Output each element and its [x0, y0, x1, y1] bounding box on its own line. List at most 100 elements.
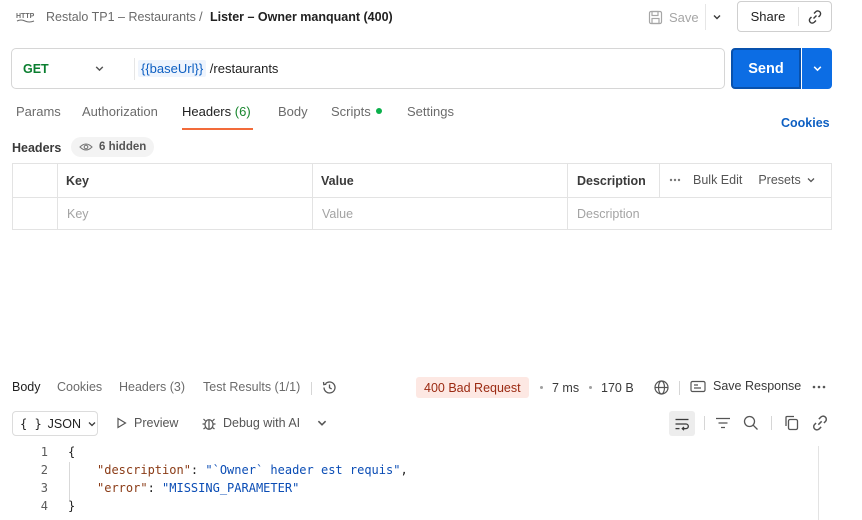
json-key: "error" [97, 481, 148, 495]
share-button[interactable]: Share [738, 9, 798, 24]
save-response-button[interactable]: Save Response [690, 379, 801, 393]
code-text: "error": "MISSING_PARAMETER" [97, 481, 299, 495]
link-icon [808, 9, 822, 24]
meta-separator [540, 386, 543, 389]
eye-icon [79, 143, 93, 151]
response-tab-cookies[interactable]: Cookies [57, 380, 102, 394]
wrap-lines-button[interactable] [669, 411, 695, 436]
method-select[interactable]: GET [23, 62, 49, 76]
tab-settings[interactable]: Settings [407, 104, 454, 119]
code-text: "description": "`Owner` header est requi… [97, 463, 408, 477]
copy-link-button[interactable] [799, 9, 831, 25]
json-string-value: "MISSING_PARAMETER" [162, 481, 300, 495]
wrap-text-icon [675, 418, 689, 431]
active-tab-indicator [182, 128, 253, 130]
editor-scrollbar-track[interactable] [818, 446, 819, 520]
tab-authorization[interactable]: Authorization [82, 104, 158, 119]
line-number: 4 [40, 499, 48, 513]
bug-icon [202, 418, 216, 430]
tab-headers[interactable]: Headers (6) [182, 104, 251, 119]
hidden-headers-toggle[interactable]: 6 hidden [71, 137, 155, 157]
http-request-icon: HTTP [16, 13, 35, 23]
tab-params[interactable]: Params [16, 104, 61, 119]
response-tab-headers[interactable]: Headers (3) [119, 380, 185, 394]
bulk-edit-button[interactable]: Bulk Edit [693, 173, 742, 187]
toolbar-divider [771, 416, 772, 430]
save-options-button[interactable] [705, 4, 727, 30]
request-title[interactable]: Lister – Owner manquant (400) [210, 10, 393, 24]
column-header-key: Key [66, 174, 89, 188]
code-line: 3 "error": "MISSING_PARAMETER" [0, 481, 860, 499]
headers-section-title: Headers [12, 141, 62, 155]
response-tab-test-results[interactable]: Test Results (1/1) [203, 380, 300, 394]
value-input[interactable]: Value [322, 207, 353, 221]
scripts-active-dot [375, 108, 382, 114]
top-bar: HTTP Restalo TP1 – Restaurants / Lister … [0, 0, 862, 36]
url-divider [134, 58, 135, 80]
preview-button[interactable]: Preview [116, 416, 178, 430]
presets-label: Presets [758, 173, 801, 187]
code-text: { [68, 445, 76, 459]
save-label: Save [669, 9, 699, 25]
url-path: /restaurants [206, 61, 279, 76]
preview-label: Preview [134, 416, 179, 430]
indent-guide [69, 462, 70, 500]
tab-body[interactable]: Body [278, 104, 308, 119]
table-row-divider [13, 197, 831, 198]
description-input[interactable]: Description [577, 207, 640, 221]
status-badge[interactable]: 400 Bad Request [416, 377, 529, 398]
more-horizontal-icon[interactable] [812, 379, 826, 395]
search-icon[interactable] [742, 414, 760, 432]
save-button[interactable]: Save [642, 4, 704, 30]
url-variable[interactable]: {{baseUrl}} [138, 60, 207, 77]
history-icon[interactable] [321, 379, 338, 396]
url-bar: GET {{baseUrl}} /restaurants [11, 48, 725, 89]
table-actions: Bulk Edit Presets [669, 173, 816, 187]
table-divider [659, 164, 660, 197]
more-horizontal-icon[interactable] [669, 178, 681, 182]
debug-label: Debug with AI [223, 416, 301, 430]
key-input[interactable]: Key [67, 207, 89, 221]
json-colon: : [190, 463, 206, 477]
chevron-down-icon [713, 15, 720, 20]
copy-icon[interactable] [783, 414, 801, 432]
tab-scripts[interactable]: Scripts [331, 104, 382, 119]
column-header-value: Value [321, 174, 354, 188]
response-tabs-divider [311, 382, 312, 395]
play-icon [117, 417, 127, 429]
chevron-down-icon[interactable] [94, 63, 105, 74]
code-line: 1 { [0, 445, 860, 463]
hidden-headers-label: 6 hidden [99, 141, 147, 153]
filter-icon[interactable] [714, 414, 732, 432]
response-format-dropdown[interactable]: { } JSON [12, 411, 98, 436]
meta-separator [589, 386, 592, 389]
code-line: 2 "description": "`Owner` header est req… [0, 463, 860, 481]
json-string-value: "`Owner` header est requis" [205, 463, 401, 477]
debug-with-ai-button[interactable]: Debug with AI [201, 415, 300, 431]
globe-icon[interactable] [653, 379, 670, 396]
code-line: 4 } [0, 499, 860, 517]
link-icon[interactable] [811, 414, 829, 432]
response-time[interactable]: 7 ms [552, 381, 579, 395]
chevron-down-icon [813, 66, 821, 72]
chevron-down-icon [807, 178, 815, 183]
chevron-down-icon [88, 421, 96, 426]
response-size[interactable]: 170 B [601, 381, 634, 395]
line-number: 1 [40, 445, 48, 459]
breadcrumb-separator: / [199, 9, 203, 24]
presets-dropdown[interactable]: Presets [758, 173, 815, 187]
svg-text:HTTP: HTTP [16, 13, 35, 20]
toolbar-divider [704, 416, 705, 430]
headers-table: Key Value Description Bulk Edit Presets … [12, 163, 832, 230]
toolbar-divider [679, 381, 680, 395]
cookies-link[interactable]: Cookies [781, 116, 830, 130]
line-number: 2 [40, 463, 48, 477]
tab-scripts-label: Scripts [331, 104, 371, 119]
breadcrumb-collection[interactable]: Restalo TP1 – Restaurants [46, 10, 196, 24]
send-options-button[interactable] [802, 48, 832, 89]
tab-headers-label: Headers [182, 104, 232, 119]
chevron-down-icon[interactable] [316, 417, 328, 429]
send-button[interactable]: Send [731, 48, 801, 89]
response-tab-body[interactable]: Body [12, 380, 41, 394]
url-input[interactable]: {{baseUrl}} /restaurants [138, 60, 279, 77]
